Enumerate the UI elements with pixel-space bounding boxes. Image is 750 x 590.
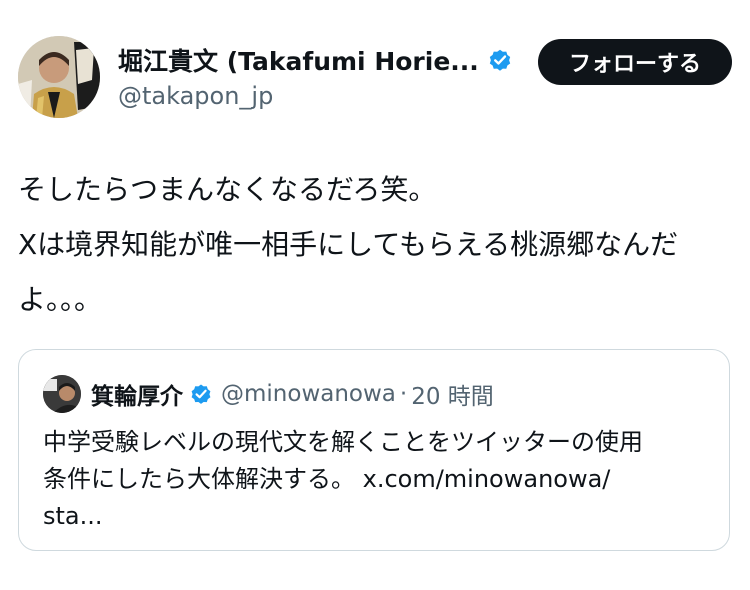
quoted-author-name[interactable]: 箕輪厚介 [91, 377, 183, 411]
avatar-image [18, 36, 100, 118]
quoted-text-line: sta... [43, 502, 103, 530]
tweet-header: 堀江貴文 (Takafumi Horie... @takapon_jp フォロー… [18, 36, 732, 120]
quoted-text-line: 条件にしたら大体解決する。 x.com/minowanowa/ [43, 465, 611, 493]
verified-badge-icon[interactable] [487, 47, 513, 73]
quoted-tweet-card[interactable]: 箕輪厚介 @minowanowa · 20 時間 中学受験レベルの現代文を解くこ… [18, 349, 730, 551]
quoted-author-handle[interactable]: @minowanowa [221, 381, 396, 407]
quoted-avatar-image [43, 375, 81, 413]
tweet-text-line: よ。。。 [18, 283, 103, 316]
author-handle[interactable]: @takapon_jp [118, 82, 508, 110]
author-info: 堀江貴文 (Takafumi Horie... @takapon_jp [118, 42, 510, 110]
display-name-row: 堀江貴文 (Takafumi Horie... [118, 42, 510, 78]
author-display-name[interactable]: 堀江貴文 (Takafumi Horie... [118, 42, 479, 78]
tweet-text-line: Xは境界知能が唯一相手にしてもらえる桃源郷なんだ [18, 228, 679, 261]
quoted-tweet-text: 中学受験レベルの現代文を解くことをツイッターの使用 条件にしたら大体解決する。 … [43, 424, 713, 535]
tweet-text-line: そしたらつまんなくなるだろ笑。 [18, 173, 437, 206]
tweet-text: そしたらつまんなくなるだろ笑。 Xは境界知能が唯一相手にしてもらえる桃源郷なんだ… [18, 162, 732, 327]
author-avatar[interactable] [18, 36, 100, 118]
quoted-separator: · [399, 381, 408, 407]
quoted-author-avatar[interactable] [43, 375, 81, 413]
quoted-text-line: 中学受験レベルの現代文を解くことをツイッターの使用 [43, 428, 643, 456]
quoted-timestamp[interactable]: 20 時間 [411, 377, 494, 411]
follow-button[interactable]: フォローする [538, 39, 732, 85]
quoted-verified-badge-icon[interactable] [189, 382, 213, 406]
quoted-tweet-header: 箕輪厚介 @minowanowa · 20 時間 [43, 374, 494, 414]
